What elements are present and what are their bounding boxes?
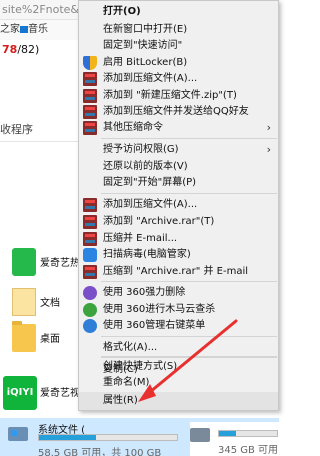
menu-item-open[interactable]: 打开(O) xyxy=(79,3,279,21)
menu-item-compress-rar-email[interactable]: 压缩到 "Archive.rar" 并 E-mail xyxy=(79,263,279,281)
list-item[interactable]: 文档 xyxy=(0,284,90,324)
winrar-icon xyxy=(83,72,97,86)
drive-tile[interactable]: 345 GB 可用 xyxy=(190,422,279,456)
360-scan-icon xyxy=(83,303,97,317)
menu-item-pin-start[interactable]: 固定到"开始"屏幕(P) xyxy=(79,174,279,192)
winrar-icon xyxy=(83,198,97,212)
menu-item-add-archive[interactable]: 添加到压缩文件(A)... xyxy=(79,70,279,88)
address-fragment: site%2Fnote&edi xyxy=(0,0,90,20)
shield-icon xyxy=(83,56,97,70)
tencent-shield-icon xyxy=(83,248,97,262)
menu-item-rename[interactable]: 重命名(M) xyxy=(79,375,279,393)
favorites-bar: 之家 音乐 xyxy=(0,20,90,40)
menu-separator xyxy=(101,138,277,139)
360-menu-icon xyxy=(83,319,97,333)
favorite-link[interactable]: 之家 xyxy=(0,20,20,40)
drive-icon xyxy=(190,428,210,442)
menu-item-format[interactable]: 格式化(A)... xyxy=(79,339,279,357)
iqiyi-app-icon[interactable]: iQIYI xyxy=(3,376,37,410)
drive-icon xyxy=(8,427,28,441)
mail-icon xyxy=(20,26,28,33)
column-header[interactable]: 收程序 xyxy=(0,118,90,142)
list-item[interactable]: 爱奇艺热 xyxy=(0,244,90,284)
menu-item-grant-access[interactable]: 授予访问权限(G) › xyxy=(79,141,279,159)
winrar-icon xyxy=(83,265,97,279)
folder-icon xyxy=(12,321,36,352)
drive-usage-bar xyxy=(38,434,178,441)
winrar-icon xyxy=(83,105,97,119)
menu-item-pin-quick-access[interactable]: 固定到"快速访问" xyxy=(79,37,279,55)
document-icon xyxy=(12,288,36,316)
menu-separator xyxy=(101,193,277,194)
winrar-icon xyxy=(83,215,97,229)
drive-usage-bar xyxy=(218,430,278,437)
list-item[interactable]: 桌面 xyxy=(0,320,90,360)
menu-item-add-rar[interactable]: 添加到 "Archive.rar"(T) xyxy=(79,213,279,231)
drive-free-space: 345 GB 可用 xyxy=(218,445,279,456)
menu-item-360-menu[interactable]: 使用 360管理右键菜单 xyxy=(79,317,279,335)
menu-item-360-delete[interactable]: 使用 360强力删除 xyxy=(79,284,279,302)
menu-item-scan-virus[interactable]: 扫描病毒(电脑管家) xyxy=(79,246,279,264)
menu-item-add-archive-2[interactable]: 添加到压缩文件(A)... xyxy=(79,196,279,214)
winrar-icon xyxy=(83,121,97,135)
chevron-right-icon: › xyxy=(266,121,271,134)
iqiyi-folder-icon xyxy=(12,248,36,276)
menu-item-properties[interactable]: 属性(R) xyxy=(79,392,278,410)
menu-item-other-compress[interactable]: 其他压缩命令 › xyxy=(79,119,279,137)
360-delete-icon xyxy=(83,286,97,300)
menu-separator xyxy=(101,281,277,282)
context-menu: 打开(O) 在新窗口中打开(E) 固定到"快速访问" 启用 BitLocker(… xyxy=(78,0,279,411)
drive-free-space: 58.5 GB 可用，共 100 GB xyxy=(38,448,162,456)
favorite-link[interactable]: 音乐 xyxy=(28,20,48,40)
chevron-right-icon: › xyxy=(266,143,271,156)
menu-separator xyxy=(101,356,277,357)
menu-separator xyxy=(101,336,277,337)
item-count: 78/82) xyxy=(2,43,40,56)
winrar-icon xyxy=(83,232,97,246)
winrar-icon xyxy=(83,89,97,103)
